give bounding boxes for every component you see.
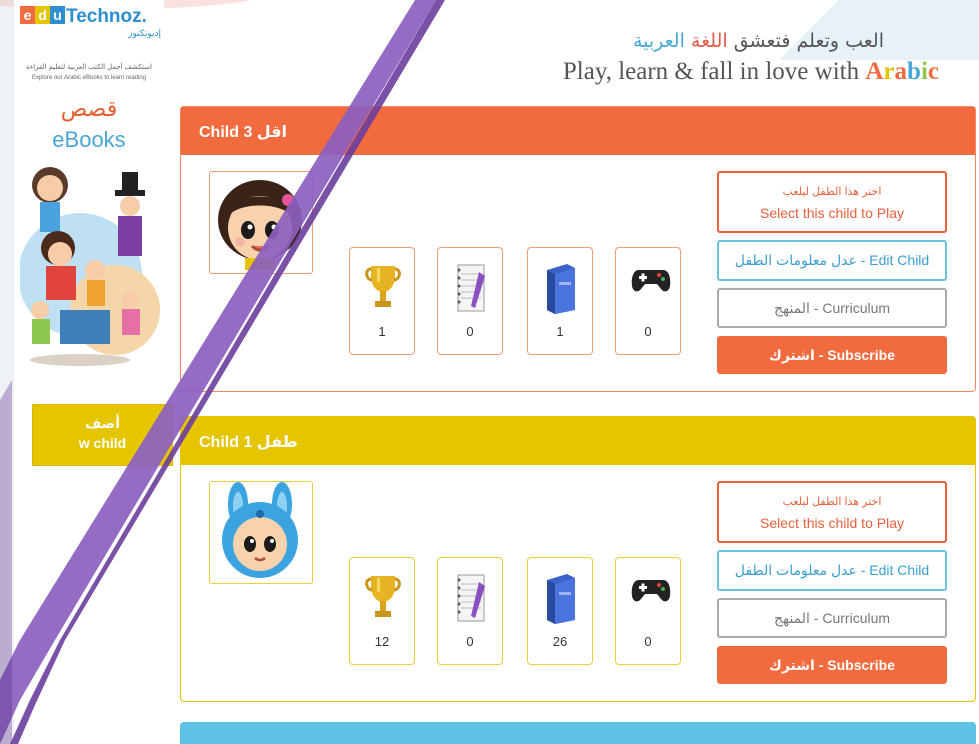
- gamepad-icon: [631, 270, 671, 292]
- stat-box: 0: [437, 247, 503, 355]
- child-name: Child 3 اقل: [199, 124, 288, 141]
- trophy-icon: [365, 576, 401, 617]
- select-child-button[interactable]: اختر هذا الطفل ليلعب Select this child t…: [717, 481, 947, 543]
- logo-letter: d: [35, 6, 50, 24]
- header-english-text: Play, learn & fall in love with: [562, 58, 860, 85]
- bunny-avatar-icon: [222, 482, 298, 578]
- select-child-label-en: Select this child to Play: [760, 205, 904, 221]
- sidebar: e d u Technoz. إديوتكنوز استكشف أجمل الكتب …: [14, 0, 173, 744]
- book-icon: [547, 264, 575, 314]
- header-arabic-word: اللغة: [690, 30, 728, 52]
- stat-value: 1: [378, 324, 386, 339]
- add-child-label-ar: أضف: [85, 415, 120, 431]
- background-stripe: [0, 0, 14, 744]
- header-arabic-highlight: Arabic: [865, 58, 939, 85]
- stat-box: 0: [437, 557, 503, 665]
- child-name: Child 1 طفل: [199, 434, 298, 451]
- tagline-arabic: استكشف أجمل الكتب العربية لتعليم القراءة: [26, 64, 152, 71]
- logo[interactable]: e d u Technoz. إديوتكنوز: [20, 6, 165, 46]
- curriculum-button[interactable]: المنهج - Curriculum: [717, 288, 947, 328]
- stat-box: 1: [349, 247, 415, 355]
- notebook-icon: [457, 264, 485, 312]
- child-avatar[interactable]: [209, 171, 313, 274]
- select-child-label-en: Select this child to Play: [760, 515, 904, 531]
- edit-child-button[interactable]: عدل معلومات الطفل - Edit Child: [717, 240, 947, 281]
- header-arabic-word: العربية: [632, 30, 685, 52]
- ebooks-label: eBooks: [52, 127, 126, 152]
- add-child-label-en: w child: [78, 435, 127, 451]
- notebook-icon: [457, 574, 485, 622]
- stat-value: 0: [466, 324, 474, 339]
- child-card: Child 3 اقل 1 0 1 0 اختر هذا الطفل ليلعب…: [180, 106, 976, 392]
- select-child-label-ar: اختر هذا الطفل ليلعب: [782, 186, 882, 198]
- child-card-header: Child 1 طفل: [181, 417, 975, 465]
- child-avatar[interactable]: [209, 481, 313, 584]
- stat-value: 0: [644, 634, 652, 649]
- stat-value: 12: [374, 634, 390, 649]
- logo-letter: u: [50, 6, 65, 24]
- logo-letter: e: [20, 6, 35, 24]
- child-card-body: 12 0 26 0 اختر هذا الطفل ليلعب Select th…: [181, 465, 975, 701]
- child-card-partial: [180, 722, 976, 744]
- child-card-header: Child 3 اقل: [181, 107, 975, 155]
- stat-box: 12: [349, 557, 415, 665]
- gamepad-icon: [631, 580, 671, 602]
- stat-value: 1: [556, 324, 564, 339]
- select-child-button[interactable]: اختر هذا الطفل ليلعب Select this child t…: [717, 171, 947, 233]
- header-arabic-text: العب وتعلم فتعشق: [733, 30, 884, 52]
- curriculum-button[interactable]: المنهج - Curriculum: [717, 598, 947, 638]
- add-new-child-button[interactable]: أضف w child: [32, 404, 173, 466]
- stat-value: 26: [552, 634, 568, 649]
- stat-value: 0: [644, 324, 652, 339]
- stat-value: 0: [466, 634, 474, 649]
- logo-arabic: إديوتكنوز: [128, 28, 161, 38]
- girl-avatar-icon: [218, 180, 302, 270]
- stat-box: 1: [527, 247, 593, 355]
- book-icon: [547, 574, 575, 624]
- stat-box: 0: [615, 247, 681, 355]
- qisas-label: قصص: [60, 96, 118, 121]
- kids-illustration: [20, 167, 160, 366]
- header-english: Play, learn & fall in love with Arabic: [563, 58, 939, 86]
- logo-word: Technoz.: [66, 6, 147, 27]
- edit-child-button[interactable]: عدل معلومات الطفل - Edit Child: [717, 550, 947, 591]
- header-arabic: العب وتعلم فتعشق اللغة العربية: [633, 30, 884, 52]
- subscribe-button[interactable]: اشترك - Subscribe: [717, 336, 947, 374]
- select-child-label-ar: اختر هذا الطفل ليلعب: [782, 496, 882, 508]
- stat-box: 0: [615, 557, 681, 665]
- child-card-body: 1 0 1 0 اختر هذا الطفل ليلعب Select this…: [181, 155, 975, 391]
- subscribe-button[interactable]: اشترك - Subscribe: [717, 646, 947, 684]
- child-card: Child 1 طفل 12 0 26 0 اختر هذا الطفل ليل…: [180, 416, 976, 702]
- tagline-english: Explore our Arabic eBooks to learn readi…: [31, 75, 147, 81]
- trophy-icon: [365, 266, 401, 307]
- stat-box: 26: [527, 557, 593, 665]
